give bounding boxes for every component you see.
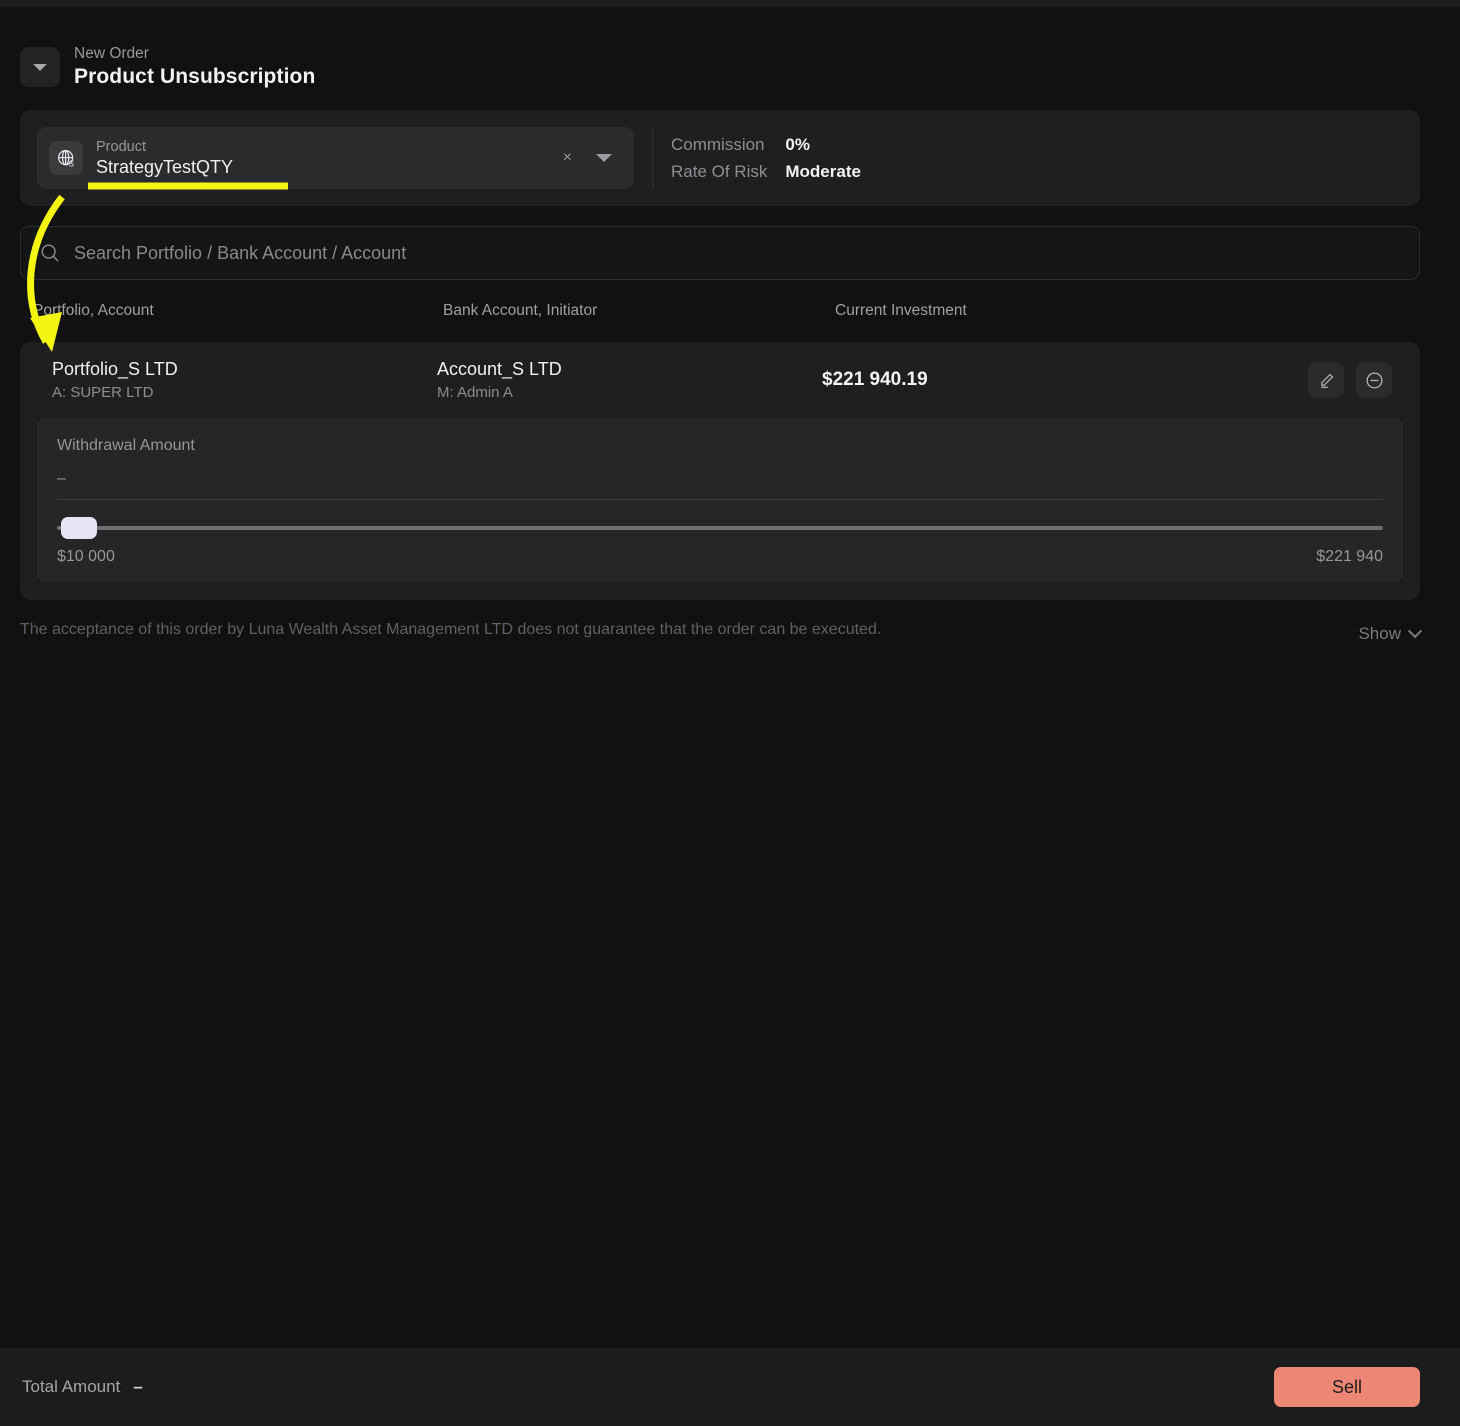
column-header-current-investment: Current Investment <box>835 302 967 320</box>
page-header: New Order Product Unsubscription <box>20 44 315 90</box>
cell-portfolio: Portfolio_S LTD A: SUPER LTD <box>52 358 437 402</box>
cell-current-investment: $221 940.19 <box>822 369 928 391</box>
edit-row-button[interactable] <box>1308 362 1344 398</box>
collapse-button[interactable] <box>20 47 60 87</box>
globe-dollar-icon: S <box>49 141 83 175</box>
remove-row-button[interactable] <box>1356 362 1392 398</box>
slider-track <box>57 526 1383 530</box>
portfolio-account: A: SUPER LTD <box>52 383 437 402</box>
commission-value: 0% <box>785 132 861 157</box>
disclaimer-text: The acceptance of this order by Luna Wea… <box>20 621 881 639</box>
withdrawal-amount-label: Withdrawal Amount <box>57 436 1383 456</box>
chevron-down-icon <box>33 64 47 71</box>
table-column-headers: Portfolio, Account Bank Account, Initiat… <box>20 302 1420 320</box>
product-field-value: StrategyTestQTY <box>96 156 233 179</box>
window-top-strip <box>0 0 1460 7</box>
portfolio-name: Portfolio_S LTD <box>52 358 437 381</box>
commission-label: Commission <box>671 132 767 157</box>
slider-min-label: $10 000 <box>57 548 115 566</box>
svg-text:S: S <box>68 159 73 168</box>
header-text-block: New Order Product Unsubscription <box>74 44 315 90</box>
withdrawal-amount-value[interactable]: – <box>57 469 1383 489</box>
slider-max-label: $221 940 <box>1316 548 1383 566</box>
footer-bar: Total Amount – Sell <box>0 1348 1460 1426</box>
total-amount-value: – <box>133 1377 142 1397</box>
search-input[interactable]: Search Portfolio / Bank Account / Accoun… <box>20 226 1420 280</box>
annotation-overlay <box>0 0 1460 1426</box>
table-row: Portfolio_S LTD A: SUPER LTD Account_S L… <box>20 342 1420 600</box>
breadcrumb: New Order <box>74 44 315 63</box>
rate-of-risk-label: Rate Of Risk <box>671 159 767 184</box>
withdrawal-slider[interactable] <box>57 517 1383 539</box>
divider <box>652 127 653 189</box>
pencil-icon <box>1317 371 1336 390</box>
product-summary-card: S Product StrategyTestQTY × Commission 0… <box>20 110 1420 206</box>
total-amount-label: Total Amount <box>22 1377 120 1397</box>
table-row-main[interactable]: Portfolio_S LTD A: SUPER LTD Account_S L… <box>20 342 1420 418</box>
row-action-buttons <box>1308 362 1392 398</box>
column-header-portfolio: Portfolio, Account <box>33 302 443 320</box>
rate-of-risk-value: Moderate <box>785 159 861 184</box>
chevron-down-icon[interactable] <box>596 154 612 162</box>
page-title: Product Unsubscription <box>74 64 315 90</box>
show-details-label: Show <box>1358 624 1401 644</box>
column-header-bank-account: Bank Account, Initiator <box>443 302 835 320</box>
portfolio-list-panel: Search Portfolio / Bank Account / Accoun… <box>20 226 1420 590</box>
slider-thumb[interactable] <box>61 517 97 539</box>
show-details-toggle[interactable]: Show <box>1358 624 1420 644</box>
withdrawal-amount-box: Withdrawal Amount – $10 000 $221 940 <box>37 418 1403 582</box>
product-meta: Commission 0% Rate Of Risk Moderate <box>671 132 861 184</box>
minus-circle-icon <box>1364 370 1385 391</box>
product-field-texts: Product StrategyTestQTY <box>96 138 233 179</box>
withdrawal-input-underline <box>57 499 1383 500</box>
cell-bank-account: Account_S LTD M: Admin A <box>437 358 822 402</box>
search-icon <box>39 242 61 264</box>
product-field-label: Product <box>96 138 233 156</box>
current-investment-value: $221 940.19 <box>822 369 928 391</box>
sell-button[interactable]: Sell <box>1274 1367 1420 1407</box>
bank-account-initiator: M: Admin A <box>437 383 822 402</box>
clear-product-icon[interactable]: × <box>563 150 572 166</box>
bank-account-name: Account_S LTD <box>437 358 822 381</box>
product-select[interactable]: S Product StrategyTestQTY × <box>37 127 634 189</box>
chevron-down-icon <box>1408 624 1422 638</box>
search-placeholder: Search Portfolio / Bank Account / Accoun… <box>74 243 406 264</box>
slider-range-labels: $10 000 $221 940 <box>57 548 1383 566</box>
